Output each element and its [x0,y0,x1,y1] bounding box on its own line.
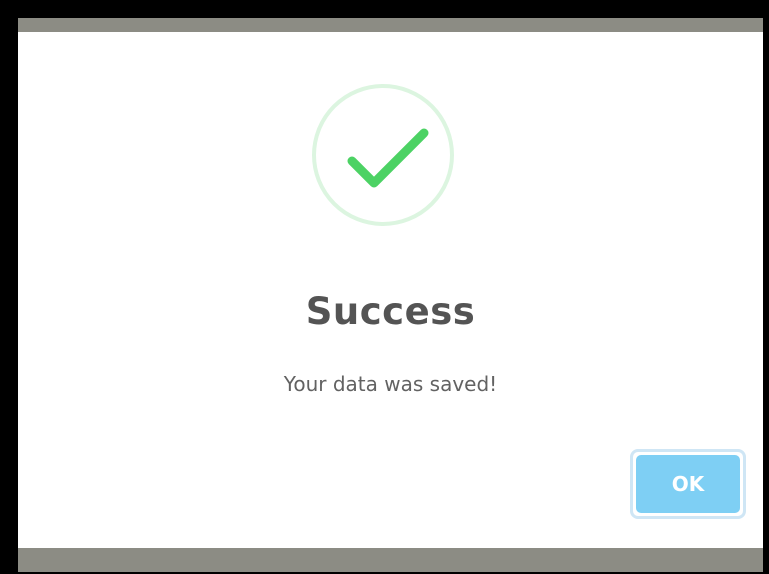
overlay-backdrop-top [18,18,763,32]
dialog-message: Your data was saved! [283,372,498,396]
overlay-backdrop-bottom [18,548,763,572]
ok-button-label: OK [636,455,740,513]
checkmark-icon [347,128,429,188]
dialog-title: Success [305,290,476,333]
success-dialog: Success Your data was saved! OK [18,32,763,548]
check-circle-icon [312,84,454,226]
ok-button[interactable]: OK [630,449,746,519]
window-frame: Success Your data was saved! OK [0,0,769,574]
